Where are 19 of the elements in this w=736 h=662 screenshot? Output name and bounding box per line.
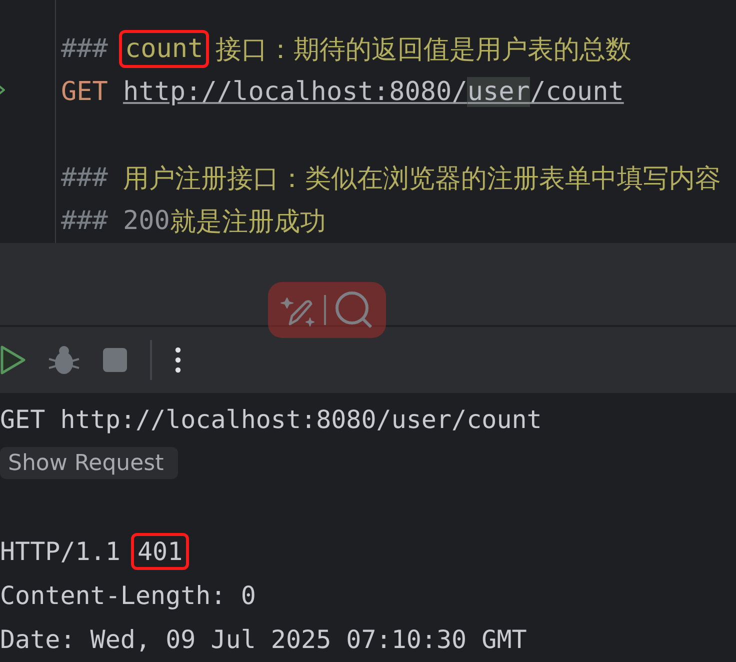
response-text: HTTP/1.1 bbox=[0, 536, 122, 566]
response-text: GET http://localhost:8080/user/count bbox=[0, 404, 542, 434]
comment-text: 就是注册成功 bbox=[170, 206, 326, 239]
url-link[interactable]: /count bbox=[530, 77, 624, 108]
response-text: Content-Length: 0 bbox=[0, 580, 256, 610]
search-icon[interactable] bbox=[334, 290, 374, 330]
response-text: Date: Wed, 09 Jul 2025 07:10:30 GMT bbox=[0, 624, 527, 654]
run-icon[interactable] bbox=[0, 345, 26, 375]
http-method: GET bbox=[61, 77, 108, 108]
comment-text: 用户注册接口：类似在浏览器的注册表单中填写内容 bbox=[122, 162, 721, 196]
comment-text: 200 bbox=[122, 206, 170, 236]
url-link[interactable]: http://localhost:8080/ bbox=[122, 77, 468, 108]
more-icon[interactable] bbox=[174, 346, 182, 374]
url-link[interactable]: user bbox=[467, 77, 530, 108]
comment-marker: ### bbox=[61, 206, 108, 236]
comment-marker: ### bbox=[61, 34, 108, 64]
comment-text: 接口：期待的返回值是用户表的总数 bbox=[215, 34, 632, 67]
show-request-button[interactable]: Show Request bbox=[0, 447, 178, 479]
comment-marker: ### bbox=[61, 163, 108, 194]
